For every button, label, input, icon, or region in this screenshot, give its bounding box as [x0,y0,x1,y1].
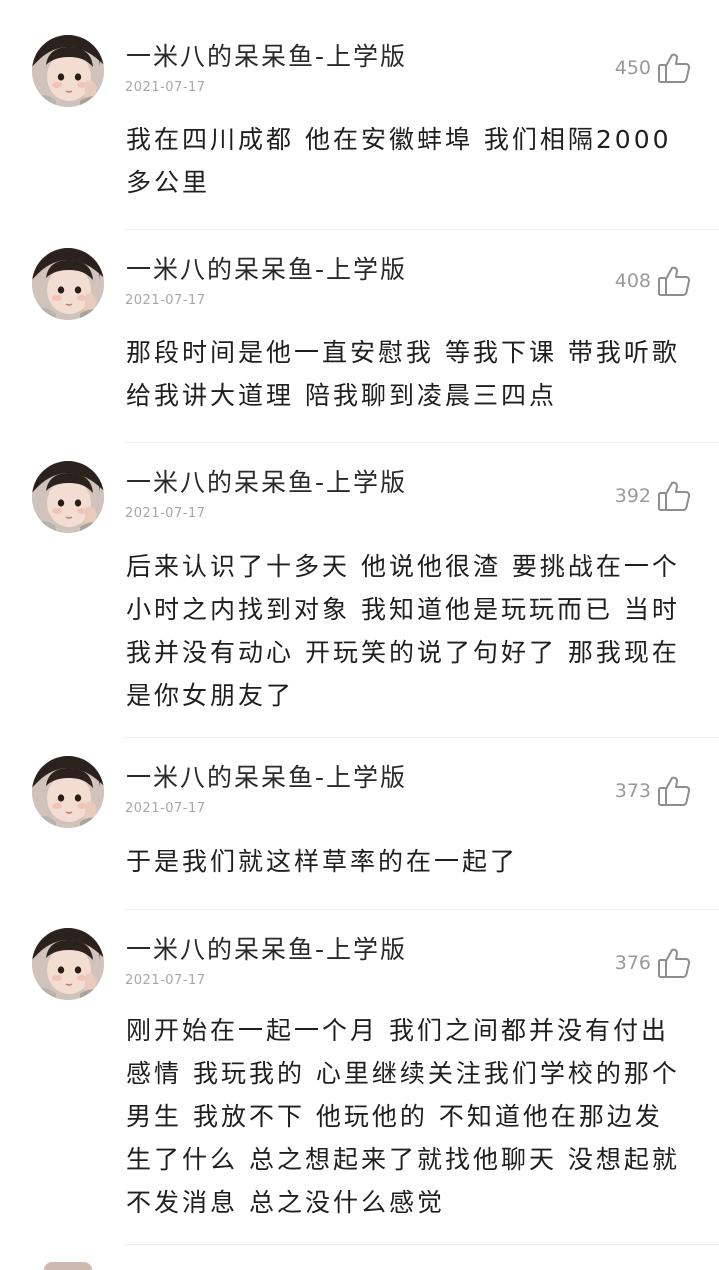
divider [124,1244,719,1245]
like-button[interactable]: 450 [615,52,691,84]
avatar[interactable] [32,461,104,533]
comment-date: 2021-07-17 [125,506,206,521]
like-button[interactable]: 373 [615,775,691,807]
like-count: 450 [614,57,651,79]
avatar[interactable] [32,756,104,828]
comment-item: 一米八的呆呆鱼-上学版 2021-07-17 376 刚开始在一起一个月 我们之… [0,910,719,1245]
like-count: 376 [614,952,651,974]
comment-text: 那段时间是他一直安慰我 等我下课 带我听歌 给我讲大道理 陪我聊到凌晨三四点 [126,338,680,410]
thumbs-up-icon[interactable] [657,480,691,512]
comment-text: 后来认识了十多天 他说他很渣 要挑战在一个小时之内找到对象 我知道他是玩玩而已 … [126,552,680,710]
thumbs-up-icon[interactable] [657,265,691,297]
avatar[interactable] [44,1262,92,1270]
comment-item: 一米八的呆呆鱼-上学版 2021-07-17 392 后来认识了十多天 他说他很… [0,443,719,738]
avatar[interactable] [32,248,104,320]
avatar[interactable] [32,928,104,1000]
comment-date: 2021-07-17 [125,801,206,816]
avatar[interactable] [32,35,104,107]
comment-text: 刚开始在一起一个月 我们之间都并没有付出感情 我玩我的 心里继续关注我们学校的那… [126,1016,680,1217]
username[interactable]: 一米八的呆呆鱼-上学版 [126,763,407,793]
comment-item: 一米八的呆呆鱼-上学版 2021-07-17 408 那段时间是他一直安慰我 等… [0,230,719,442]
like-count: 373 [614,780,651,802]
username[interactable]: 一米八的呆呆鱼-上学版 [126,935,407,965]
username[interactable]: 一米八的呆呆鱼-上学版 [126,42,407,72]
like-count: 392 [614,485,651,507]
thumbs-up-icon[interactable] [657,947,691,979]
username[interactable]: 一米八的呆呆鱼-上学版 [126,468,407,498]
like-button[interactable]: 392 [615,480,691,512]
comment-date: 2021-07-17 [125,973,206,988]
comment-item: 一米八的呆呆鱼-上学版 2021-07-17 450 我在四川成都 他在安徽蚌埠… [0,0,719,230]
comment-date: 2021-07-17 [125,80,206,95]
username[interactable]: 一米八的呆呆鱼-上学版 [126,255,407,285]
comment-item: 一米八的呆呆鱼-上学版 2021-07-17 373 于是我们就这样草率的在一起… [0,738,719,910]
comment-date: 2021-07-17 [125,293,206,308]
comment-text: 于是我们就这样草率的在一起了 [126,847,519,876]
like-button[interactable]: 376 [615,947,691,979]
thumbs-up-icon[interactable] [657,52,691,84]
thumbs-up-icon[interactable] [657,775,691,807]
comment-text: 我在四川成都 他在安徽蚌埠 我们相隔2000多公里 [126,125,672,197]
like-count: 408 [614,270,651,292]
like-button[interactable]: 408 [615,265,691,297]
